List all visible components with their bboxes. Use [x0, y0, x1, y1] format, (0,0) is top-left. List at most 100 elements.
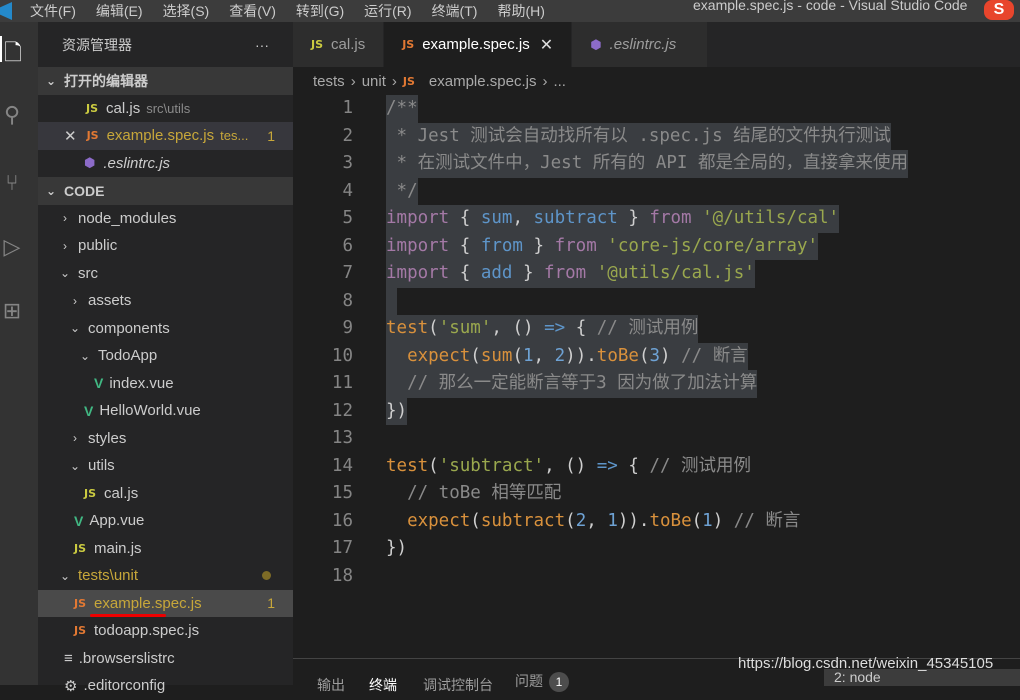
code-line[interactable]: 9 test('sum', () => { // 测试用例	[293, 315, 1020, 343]
menu-go[interactable]: 转到(G)	[296, 1, 344, 21]
tree-item[interactable]: ≡ .browserslistrc	[38, 645, 293, 673]
open-editors-section[interactable]: ⌄ 打开的编辑器	[38, 67, 293, 95]
tree-item[interactable]: JS main.js	[38, 535, 293, 563]
breadcrumb-item[interactable]: example.spec.js	[429, 73, 537, 90]
tree-item[interactable]: Vindex.vue	[38, 370, 293, 398]
panel-tab-terminal[interactable]: 终端	[369, 675, 397, 695]
open-editor-item[interactable]: ✕ JS example.spec.js tes... 1	[38, 122, 293, 150]
code-token: (	[470, 345, 481, 366]
code-line[interactable]: 12})	[293, 397, 1020, 425]
code-line[interactable]: 1 /**	[293, 95, 1020, 123]
code-token: import	[386, 208, 450, 228]
line-number: 15	[331, 483, 353, 503]
menu-file[interactable]: 文件(F)	[30, 1, 76, 21]
menu-run[interactable]: 运行(R)	[364, 1, 411, 21]
source-control-icon[interactable]: ⑂	[0, 170, 24, 196]
tree-item[interactable]: JS cal.js	[38, 480, 293, 508]
menu-terminal[interactable]: 终端(T)	[432, 1, 478, 21]
panel-tab-debug-console[interactable]: 调试控制台	[423, 675, 493, 695]
code-line[interactable]: 6 import { from } from 'core-js/core/arra…	[293, 232, 1020, 260]
code-token: })	[386, 400, 408, 421]
code-token: expect	[407, 345, 471, 366]
menu-edit[interactable]: 编辑(E)	[96, 1, 143, 21]
tree-item[interactable]: › node_modules	[38, 205, 293, 233]
chevron-right-icon: ›	[542, 72, 548, 90]
tree-item[interactable]: ⌄ tests\unit	[38, 562, 293, 590]
menu-bar: 文件(F) 编辑(E) 选择(S) 查看(V) 转到(G) 运行(R) 终端(T…	[0, 0, 1020, 22]
panel-tab-problems[interactable]: 问题 1	[515, 671, 569, 692]
menu-view[interactable]: 查看(V)	[229, 1, 276, 21]
tab-cal-js[interactable]: JS cal.js	[293, 22, 385, 67]
open-editor-item[interactable]: ⬢ .eslintrc.js	[38, 150, 293, 178]
code-line[interactable]: 4 */	[293, 177, 1020, 205]
tab-label: cal.js	[331, 36, 366, 53]
workspace-section[interactable]: ⌄ CODE	[38, 177, 293, 205]
tree-item[interactable]: JS example.spec.js 1	[38, 589, 293, 617]
breadcrumb-item[interactable]: tests	[313, 73, 345, 90]
breadcrumb-item[interactable]: unit	[362, 73, 386, 90]
code-line[interactable]: 7 import { add } from '@utils/cal.js'	[293, 260, 1020, 288]
tree-item[interactable]: ⌄ TodoApp	[38, 342, 293, 370]
extensions-icon[interactable]: ⊞	[0, 298, 24, 324]
code-line[interactable]: 15 // toBe 相等匹配	[293, 480, 1020, 508]
code-token: (	[691, 510, 703, 531]
tree-item[interactable]: ⌄ components	[38, 315, 293, 343]
code-token: '@utils/cal.js'	[596, 263, 755, 283]
code-line[interactable]: 18	[293, 563, 1020, 591]
code-line[interactable]: 5 import { sum, subtract } from '@/utils/…	[293, 205, 1020, 233]
tab-label: 问题	[515, 673, 543, 689]
code-token: 1	[702, 510, 713, 531]
code-token: }	[522, 235, 555, 256]
tree-item[interactable]: V App.vue	[38, 507, 293, 535]
code-token: // 断言	[733, 510, 801, 531]
tree-item[interactable]: ⌄ utils	[38, 452, 293, 480]
close-icon[interactable]: ✕	[64, 127, 77, 145]
file-name: .editorconfig	[83, 677, 166, 695]
tree-item[interactable]: ⌄ src	[38, 260, 293, 288]
code-line[interactable]: 17})	[293, 535, 1020, 563]
code-token: from	[554, 235, 597, 256]
code-editor[interactable]: 1 /** 2 * Jest 测试会自动找所有以 .spec.js 结尾的文件执行测…	[293, 95, 1020, 658]
run-debug-icon[interactable]: ▷	[0, 234, 24, 260]
problem-badge: 1	[267, 127, 275, 144]
code-line[interactable]: 16 expect(subtract(2, 1)).toBe(1) // 断言	[293, 508, 1020, 536]
chevron-right-icon: ›	[350, 72, 356, 90]
tree-item[interactable]: V HelloWorld.vue	[38, 397, 293, 425]
tab-eslintrc-js[interactable]: ⬢ .eslintrc.js	[572, 22, 709, 67]
panel-tab-output[interactable]: 输出	[317, 675, 345, 695]
code-line[interactable]: 2 * Jest 测试会自动找所有以 .spec.js 结尾的文件执行测试	[293, 122, 1020, 150]
tree-item[interactable]: › styles	[38, 425, 293, 453]
code-line[interactable]: 13	[293, 425, 1020, 453]
tree-item[interactable]: › assets	[38, 287, 293, 315]
menu-selection[interactable]: 选择(S)	[163, 1, 210, 21]
file-path: tes...	[220, 128, 249, 144]
tree-item[interactable]: JS todoapp.spec.js	[38, 617, 293, 645]
code-line[interactable]: 11 // 那么一定能断言等于3 因为做了加法计算	[293, 370, 1020, 398]
breadcrumb-item[interactable]: ...	[553, 73, 566, 90]
search-icon[interactable]: ⚲	[0, 102, 24, 128]
file-name: assets	[88, 292, 132, 310]
window-title: example.spec.js - code - Visual Studio C…	[693, 0, 968, 13]
code-token: 3	[649, 345, 661, 366]
tab-example-spec-js[interactable]: JS example.spec.js ✕	[384, 22, 573, 67]
more-actions-button[interactable]: ···	[255, 37, 269, 53]
tree-item[interactable]: › public	[38, 232, 293, 260]
code-line[interactable]: 10 expect(sum(1, 2)).toBe(3) // 断言	[293, 342, 1020, 370]
code-token: ,	[586, 510, 608, 531]
sogou-ime-icon[interactable]: S	[984, 0, 1014, 20]
tree-item[interactable]: ⚙ .editorconfig	[38, 672, 293, 700]
code-line[interactable]: 8	[293, 287, 1020, 315]
file-name: node_modules	[78, 209, 177, 227]
code-line[interactable]: 3 * 在测试文件中，Jest 所有的 API 都是全局的，直接拿来使用	[293, 150, 1020, 178]
menu-help[interactable]: 帮助(H)	[497, 1, 544, 21]
close-tab-icon[interactable]: ✕	[540, 35, 553, 55]
code-text: expect(subtract(2, 1)).toBe(1) // 断言	[386, 508, 800, 536]
open-editor-item[interactable]: JS cal.js src\utils	[38, 95, 293, 123]
code-token: )).	[565, 345, 597, 366]
code-line[interactable]: 14 test('subtract', () => { // 测试用例	[293, 453, 1020, 481]
chevron-down-icon: ⌄	[79, 348, 91, 363]
explorer-icon[interactable]: 🗋	[0, 36, 24, 65]
section-label: CODE	[64, 182, 105, 199]
